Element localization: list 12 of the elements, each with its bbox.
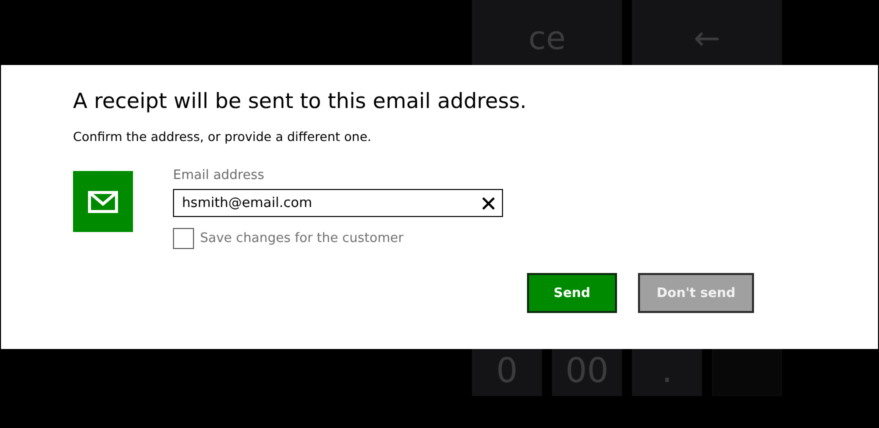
email-icon (73, 171, 133, 232)
send-button[interactable]: Send (527, 273, 617, 313)
dialog-message: Confirm the address, or provide a different one. (73, 129, 372, 144)
keypad-key[interactable]: ← (632, 0, 782, 65)
email-label: Email address (173, 168, 266, 183)
clear-icon[interactable] (482, 196, 495, 210)
keypad-key[interactable]: . (632, 349, 702, 396)
dont-send-button[interactable]: Don't send (638, 273, 754, 313)
save-checkbox-label: Save changes for the customer (200, 231, 404, 246)
dialog-title: A receipt will be sent to this email address. (73, 89, 528, 113)
email-field[interactable]: hsmith@email.com (173, 189, 503, 217)
save-checkbox[interactable] (173, 228, 194, 249)
